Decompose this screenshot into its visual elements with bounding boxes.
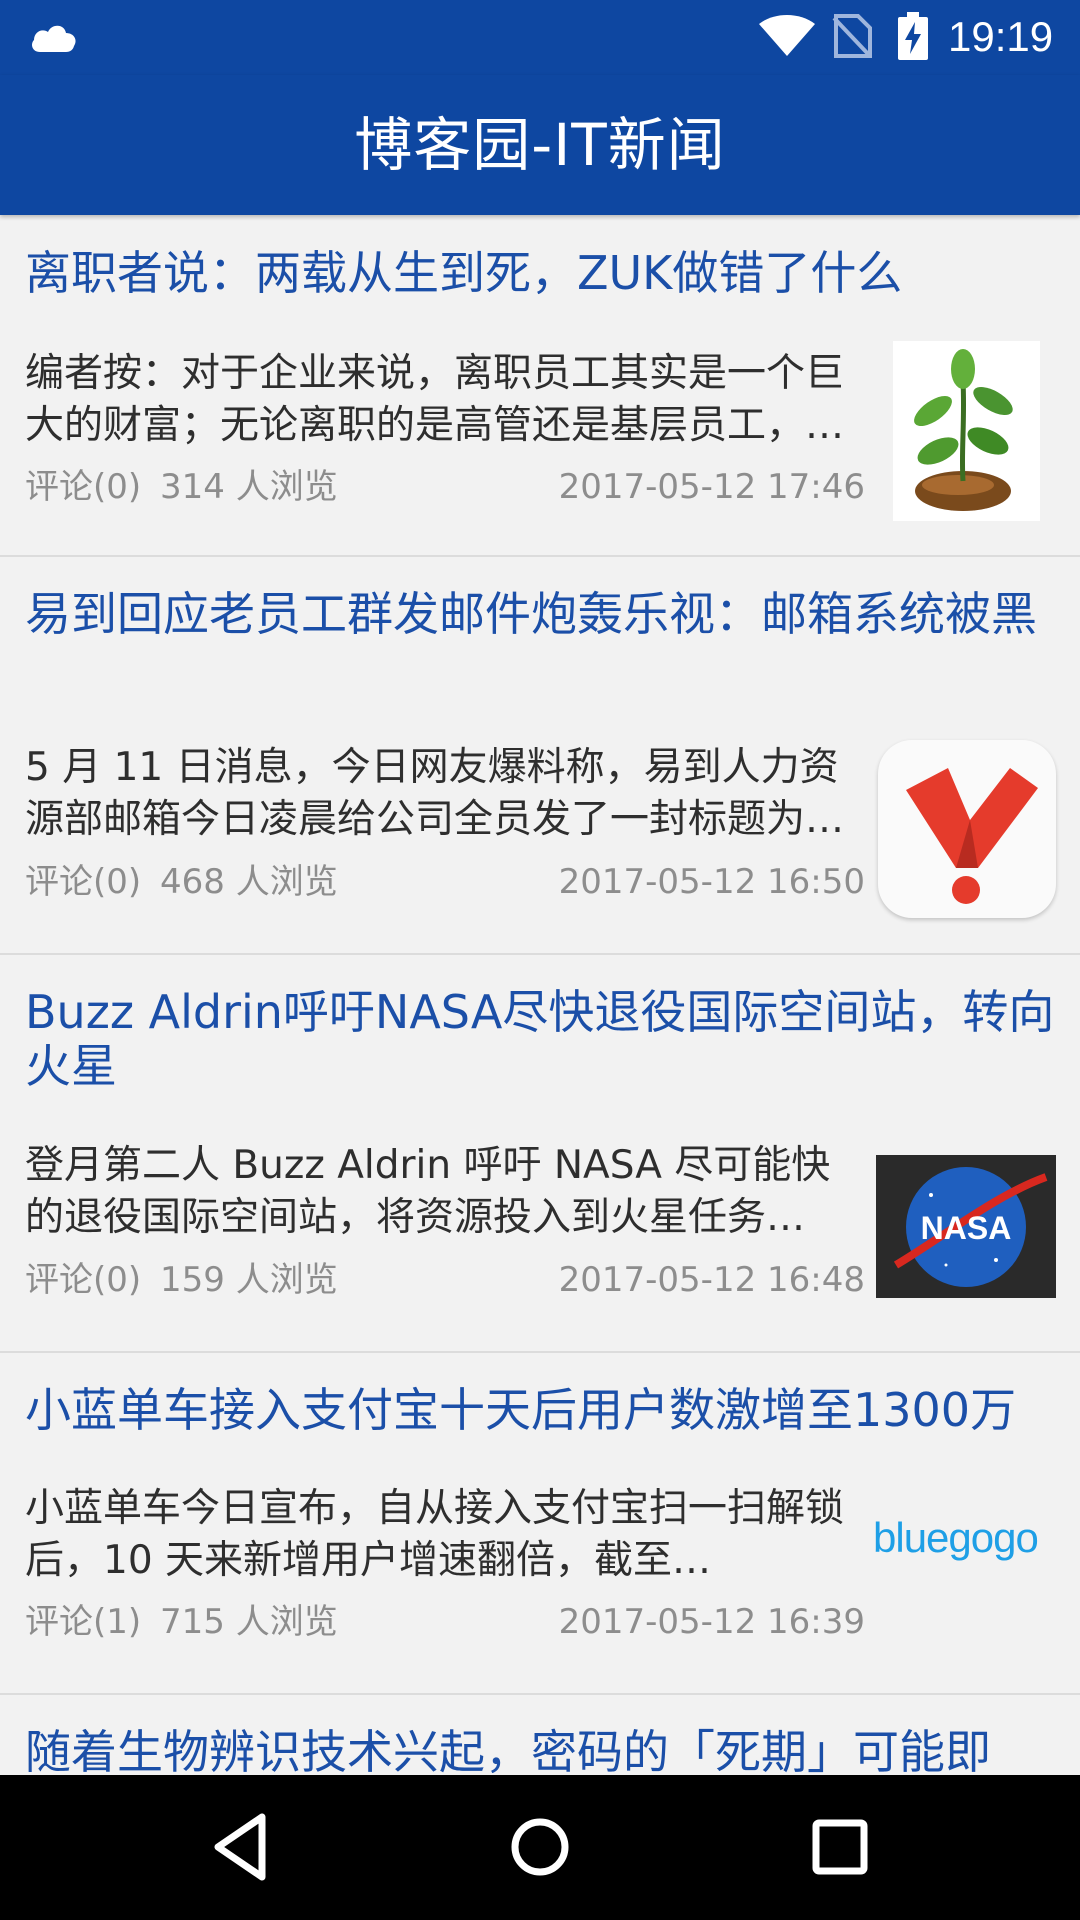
news-meta: 评论(0) 159 人浏览 2017-05-12 16:48 [25,1258,865,1302]
recents-icon[interactable] [790,1797,890,1897]
news-title[interactable]: 离职者说：两载从生到死，ZUK做错了什么 [25,246,1055,300]
news-item[interactable]: 随着生物辨识技术兴起，密码的「死期」可能即 [0,1695,1080,1775]
page-title: 博客园-IT新闻 [354,111,726,179]
news-summary: 5 月 11 日消息，今日网友爆料称，易到人力资源部邮箱今日凌晨给公司全员发了一… [25,745,845,842]
view-count: 468 人浏览 [160,862,338,902]
home-icon[interactable] [490,1797,590,1897]
comment-count[interactable]: 评论(0) [25,465,141,509]
comment-count[interactable]: 评论(0) [25,1258,141,1302]
no-sim-icon [832,14,872,58]
news-summary: 编者按：对于企业来说，离职员工其实是一个巨大的财富；无论离职的是高管还是基层员工… [25,351,845,448]
news-title[interactable]: 易到回应老员工群发邮件炮轰乐视：邮箱系统被黑 [25,587,1055,641]
view-count: 159 人浏览 [160,1260,338,1300]
news-summary: 小蓝单车今日宣布，自从接入支付宝扫一扫解锁后，10 天来新增用户增速翻倍，截至… [25,1486,845,1583]
nasa-logo-text: NASA [921,1210,1012,1246]
news-meta: 评论(0) 468 人浏览 2017-05-12 16:50 [25,860,865,904]
news-item[interactable]: 易到回应老员工群发邮件炮轰乐视：邮箱系统被黑 5 月 11 日消息，今日网友爆料… [0,557,1080,955]
status-bar: 19:19 [0,0,1080,75]
news-list[interactable]: 离职者说：两载从生到死，ZUK做错了什么 编者按：对于企业来说，离职员工其实是一… [0,215,1080,1775]
battery-charging-icon [898,12,928,60]
status-time: 19:19 [948,13,1054,60]
news-meta: 评论(1) 715 人浏览 2017-05-12 16:39 [25,1600,865,1644]
news-item[interactable]: Buzz Aldrin呼吁NASA尽快退役国际空间站，转向火星 登月第二人 Bu… [0,955,1080,1353]
sprout-image[interactable] [893,341,1040,521]
news-meta: 评论(0) 314 人浏览 2017-05-12 17:46 [25,465,865,509]
yidao-logo[interactable] [878,740,1056,918]
news-title[interactable]: Buzz Aldrin呼吁NASA尽快退役国际空间站，转向火星 [25,985,1055,1093]
bluegogo-logo-text: bluegogo [873,1514,1039,1561]
publish-date: 2017-05-12 17:46 [558,467,865,507]
wifi-icon [759,15,815,56]
news-item[interactable]: 小蓝单车接入支付宝十天后用户数激增至1300万 小蓝单车今日宣布，自从接入支付宝… [0,1353,1080,1695]
navigation-bar [0,1775,1080,1920]
publish-date: 2017-05-12 16:50 [558,862,865,902]
app-bar: 博客园-IT新闻 [0,75,1080,215]
publish-date: 2017-05-12 16:39 [558,1602,865,1642]
nasa-logo[interactable]: NASA [876,1155,1056,1298]
news-item[interactable]: 离职者说：两载从生到死，ZUK做错了什么 编者按：对于企业来说，离职员工其实是一… [0,215,1080,557]
comment-count[interactable]: 评论(1) [25,1600,141,1644]
comment-count[interactable]: 评论(0) [25,860,141,904]
news-title[interactable]: 随着生物辨识技术兴起，密码的「死期」可能即 [25,1725,1055,1775]
cloud-icon [32,25,76,52]
publish-date: 2017-05-12 16:48 [558,1260,865,1300]
view-count: 715 人浏览 [160,1602,338,1642]
view-count: 314 人浏览 [160,467,338,507]
news-title[interactable]: 小蓝单车接入支付宝十天后用户数激增至1300万 [25,1383,1055,1437]
back-icon[interactable] [190,1797,290,1897]
bluegogo-logo[interactable]: bluegogo [873,1503,1058,1573]
news-summary: 登月第二人 Buzz Aldrin 呼吁 NASA 尽可能快的退役国际空间站，将… [25,1143,831,1240]
